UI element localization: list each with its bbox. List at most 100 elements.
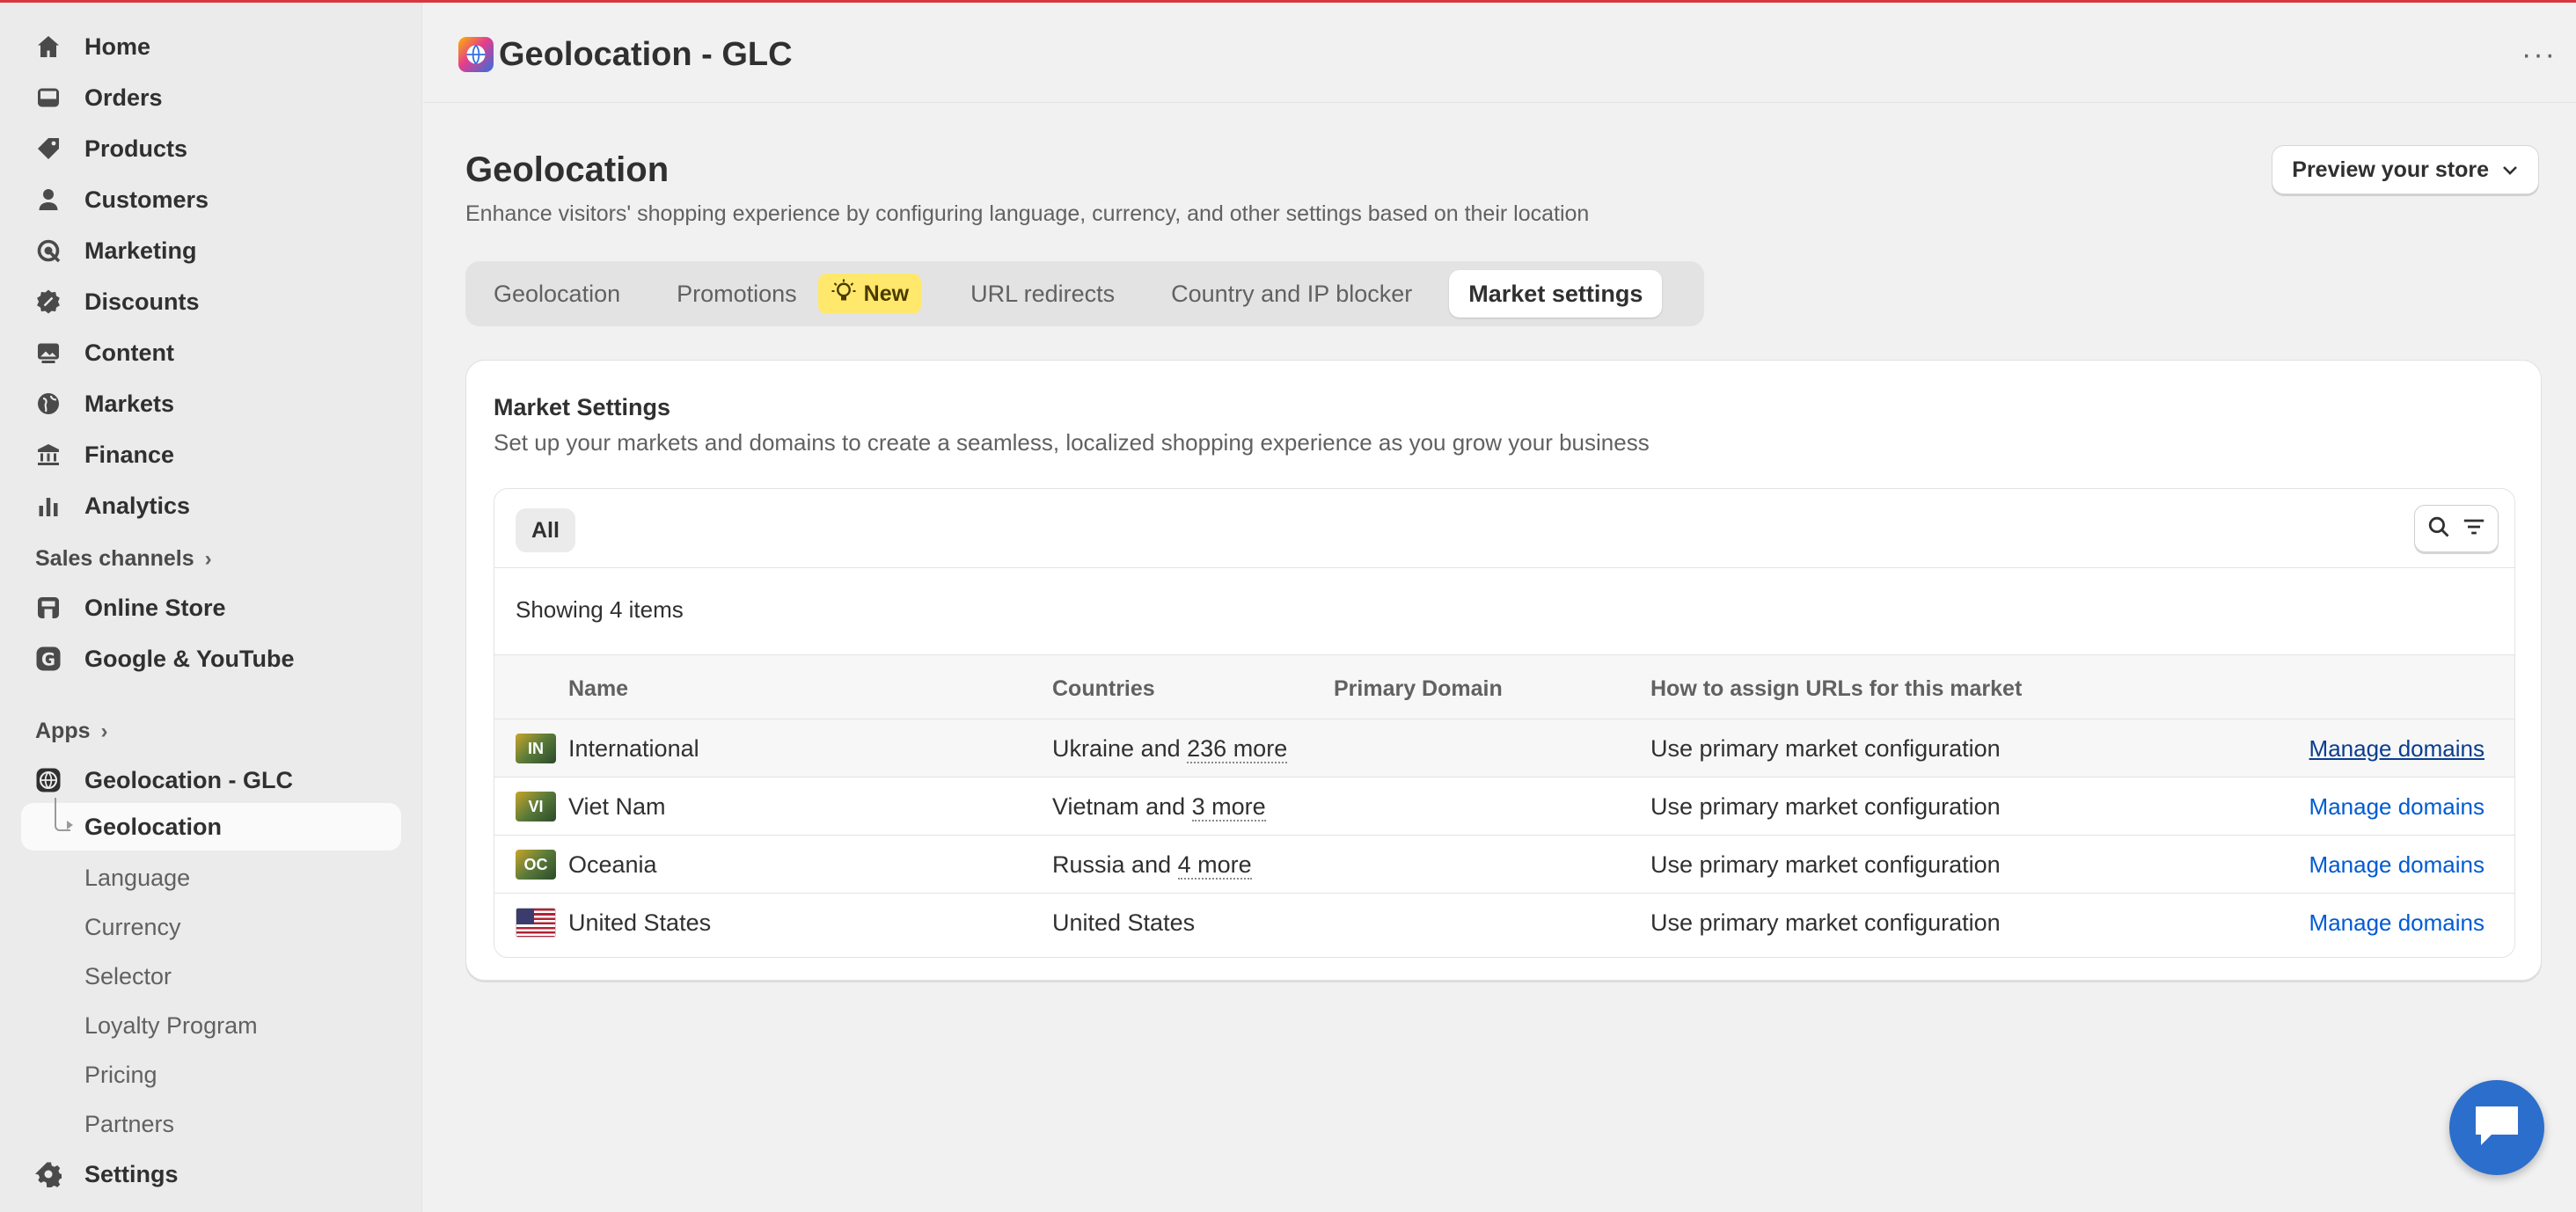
manage-domains-link[interactable]: Manage domains xyxy=(2309,851,2485,879)
globe-app-icon xyxy=(33,765,63,795)
item-count: Showing 4 items xyxy=(516,596,684,623)
tab-promotions-label: Promotions xyxy=(677,280,797,307)
subnav-geolocation[interactable]: Geolocation xyxy=(21,803,401,851)
subnav-language-label: Language xyxy=(84,864,191,891)
manage-domains-link[interactable]: Manage domains xyxy=(2309,909,2485,937)
filter-icon xyxy=(2462,515,2486,544)
table-row[interactable]: United States United States Use primary … xyxy=(494,894,2514,952)
target-icon xyxy=(33,236,63,266)
table-row[interactable]: VI Viet Nam Vietnam and 3 more Use prima… xyxy=(494,778,2514,836)
gear-icon xyxy=(33,1159,63,1189)
filter-bar: All xyxy=(494,489,2514,568)
nav-settings[interactable]: Settings xyxy=(21,1151,401,1197)
market-flag-icon: IN xyxy=(516,734,556,763)
nav-content[interactable]: Content xyxy=(21,330,401,376)
preview-store-label: Preview your store xyxy=(2292,157,2489,182)
app-title: Geolocation - GLC xyxy=(499,36,793,73)
nav-analytics[interactable]: Analytics xyxy=(21,483,401,529)
person-icon xyxy=(33,185,63,215)
subnav-partners-label: Partners xyxy=(84,1110,175,1137)
page-title: Geolocation xyxy=(465,150,670,189)
tab-promotions[interactable]: Promotions xyxy=(657,270,816,318)
chevron-right-icon: › xyxy=(100,719,108,743)
tab-url-redirects[interactable]: URL redirects xyxy=(951,270,1134,318)
markets-table-container: All Showing 4 items Name Countries Prima… xyxy=(494,488,2515,958)
channel-google-youtube[interactable]: G Google & YouTube xyxy=(21,636,401,682)
preview-store-button[interactable]: Preview your store xyxy=(2272,145,2539,194)
globe-icon xyxy=(33,389,63,419)
nav-markets[interactable]: Markets xyxy=(21,381,401,427)
main-content: Geolocation - GLC ··· Geolocation Enhanc… xyxy=(423,3,2576,1212)
table-row[interactable]: OC Oceania Russia and 4 more Use primary… xyxy=(494,836,2514,894)
nav-customers[interactable]: Customers xyxy=(21,177,401,223)
apps-heading[interactable]: Apps › xyxy=(35,719,108,744)
manage-domains-link[interactable]: Manage domains xyxy=(2309,793,2485,821)
store-icon xyxy=(33,593,63,623)
app-logo-icon xyxy=(458,37,494,72)
market-url-assignment: Use primary market configuration xyxy=(1650,735,2001,762)
channel-google-youtube-label: Google & YouTube xyxy=(84,645,295,672)
nav-orders[interactable]: Orders xyxy=(21,75,401,120)
market-name: International xyxy=(568,735,699,762)
nav-discounts[interactable]: Discounts xyxy=(21,279,401,325)
app-header: Geolocation - GLC ··· xyxy=(423,3,2576,103)
market-countries: Russia and 4 more xyxy=(1052,851,1252,880)
filter-all-tab[interactable]: All xyxy=(516,508,575,552)
subnav-selector-label: Selector xyxy=(84,962,172,989)
more-countries-link[interactable]: 3 more xyxy=(1191,793,1266,821)
nav-home[interactable]: Home xyxy=(21,24,401,69)
chat-support-button[interactable] xyxy=(2449,1080,2544,1175)
image-icon xyxy=(33,338,63,368)
nav-orders-label: Orders xyxy=(84,84,163,111)
new-badge: New xyxy=(817,274,922,314)
nav-marketing-label: Marketing xyxy=(84,237,197,264)
table-row[interactable]: IN International Ukraine and 236 more Us… xyxy=(494,719,2514,778)
card-title: Market Settings xyxy=(494,394,671,420)
page-subtitle: Enhance visitors' shopping experience by… xyxy=(465,201,1590,226)
us-flag-icon xyxy=(516,908,556,938)
nav-discounts-label: Discounts xyxy=(84,288,200,315)
tab-bar: Geolocation Promotions New URL redirects… xyxy=(465,261,1704,326)
app-geolocation-glc[interactable]: Geolocation - GLC xyxy=(21,757,401,803)
market-name: United States xyxy=(568,909,712,936)
sidebar: Home Orders Products Customers Marketing… xyxy=(0,3,422,1212)
card-subtitle: Set up your markets and domains to creat… xyxy=(494,429,1650,456)
search-filter-button[interactable] xyxy=(2414,505,2499,552)
more-countries-link[interactable]: 4 more xyxy=(1177,851,1252,880)
nav-finance-label: Finance xyxy=(84,441,175,468)
column-primary-domain: Primary Domain xyxy=(1334,676,1503,701)
market-url-assignment: Use primary market configuration xyxy=(1650,909,2001,936)
discount-icon xyxy=(33,287,63,317)
tab-market-settings[interactable]: Market settings xyxy=(1449,270,1663,318)
tab-country-ip-blocker[interactable]: Country and IP blocker xyxy=(1152,270,1431,318)
sales-channels-heading[interactable]: Sales channels › xyxy=(35,546,212,572)
subnav-selector[interactable]: Selector xyxy=(21,953,401,1000)
nav-products[interactable]: Products xyxy=(21,126,401,172)
manage-domains-link[interactable]: Manage domains xyxy=(2309,735,2485,763)
more-actions-button[interactable]: ··· xyxy=(2521,38,2557,72)
chat-bubble-icon xyxy=(2470,1101,2523,1155)
subnav-loyalty-program[interactable]: Loyalty Program xyxy=(21,1002,401,1049)
subnav-pricing[interactable]: Pricing xyxy=(21,1051,401,1099)
market-countries: Ukraine and 236 more xyxy=(1052,735,1288,763)
lightbulb-icon xyxy=(831,278,857,310)
market-countries: United States xyxy=(1052,909,1196,936)
sales-channels-label: Sales channels xyxy=(35,546,194,571)
svg-text:G: G xyxy=(41,650,55,670)
apps-label: Apps xyxy=(35,719,91,743)
more-countries-link[interactable]: 236 more xyxy=(1187,735,1288,763)
subnav-currency-label: Currency xyxy=(84,913,181,940)
nav-marketing[interactable]: Marketing xyxy=(21,228,401,274)
subnav-geolocation-label: Geolocation xyxy=(84,813,223,840)
market-url-assignment: Use primary market configuration xyxy=(1650,851,2001,878)
tab-geolocation[interactable]: Geolocation xyxy=(474,270,640,318)
chevron-down-icon xyxy=(2501,157,2519,183)
tree-arrow-icon xyxy=(67,821,73,829)
tab-country-ip-blocker-label: Country and IP blocker xyxy=(1171,280,1413,307)
channel-online-store[interactable]: Online Store xyxy=(21,585,401,631)
subnav-language[interactable]: Language xyxy=(21,854,401,902)
subnav-currency[interactable]: Currency xyxy=(21,903,401,951)
column-url-assignment: How to assign URLs for this market xyxy=(1650,676,2023,701)
table-header: Name Countries Primary Domain How to ass… xyxy=(494,654,2514,719)
nav-finance[interactable]: Finance xyxy=(21,432,401,478)
